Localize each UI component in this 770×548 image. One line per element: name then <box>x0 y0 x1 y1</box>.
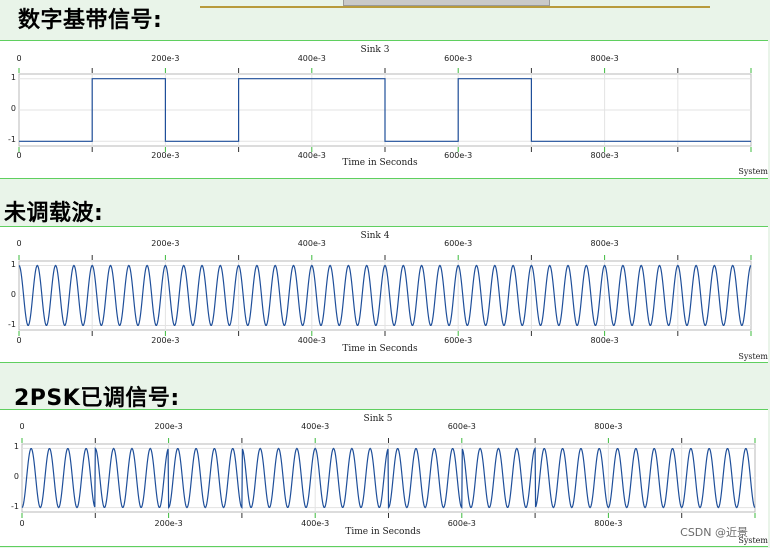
x-tick-label-bottom: 400e-3 <box>297 336 326 345</box>
chart-title: Sink 3 <box>360 45 390 55</box>
chart-panel-sink-5: Sink 5 Time in Seconds System 0 0 200e-3 20… <box>0 409 768 547</box>
x-tick-label-bottom: 600e-3 <box>447 519 476 528</box>
x-tick-label-top: 0 <box>16 239 22 248</box>
x-tick-label-bottom: 800e-3 <box>594 519 623 528</box>
y-tick-label: 1 <box>10 72 16 82</box>
x-tick-label-bottom: 600e-3 <box>444 336 473 345</box>
x-tick-label-bottom: 200e-3 <box>154 519 183 528</box>
heading-2psk-modulated-signal: 2PSK已调信号: <box>14 386 180 411</box>
chart-panel-sink-4: Sink 4 Time in Seconds System 0 0 200e-3 20… <box>0 226 768 363</box>
x-tick-label-top: 0 <box>16 54 22 63</box>
chart-panel-sink-3: Sink 3 Time in Seconds System 0 0 200e-3 20… <box>0 40 768 179</box>
chart-title: Sink 4 <box>360 231 390 241</box>
top-divider-line <box>200 6 710 8</box>
y-tick-label: -1 <box>8 135 16 145</box>
x-axis-title: Time in Seconds <box>342 158 418 168</box>
y-tick-label: 0 <box>10 104 16 113</box>
x-tick-label-bottom: 0 <box>19 519 25 528</box>
x-tick-label-top: 400e-3 <box>297 54 326 63</box>
x-tick-label-bottom: 200e-3 <box>151 151 180 160</box>
x-tick-label-bottom: 200e-3 <box>151 336 180 345</box>
x-tick-label-bottom: 800e-3 <box>590 151 619 160</box>
heading-baseband-signal: 数字基带信号: <box>18 8 163 33</box>
x-tick-label-top: 200e-3 <box>151 239 180 248</box>
x-tick-label-top: 800e-3 <box>594 422 623 431</box>
system-label: System <box>738 352 768 361</box>
x-tick-label-bottom: 600e-3 <box>444 151 473 160</box>
x-tick-label-top: 600e-3 <box>444 239 473 248</box>
top-window-edge <box>343 0 550 6</box>
x-tick-label-top: 600e-3 <box>447 422 476 431</box>
y-tick-label: -1 <box>11 501 19 511</box>
x-tick-label-bottom: 0 <box>16 336 22 345</box>
x-tick-label-bottom: 0 <box>16 151 22 160</box>
y-tick-label: 1 <box>10 259 16 269</box>
x-tick-label-top: 200e-3 <box>154 422 183 431</box>
y-tick-label: 0 <box>10 289 16 299</box>
x-tick-label-bottom: 400e-3 <box>297 151 326 160</box>
system-label: System <box>738 167 768 176</box>
x-tick-label-top: 200e-3 <box>151 54 180 63</box>
heading-unmodulated-carrier: 未调载波: <box>4 201 104 226</box>
x-tick-label-top: 400e-3 <box>301 422 330 431</box>
x-tick-label-top: 800e-3 <box>590 239 619 248</box>
x-tick-label-top: 800e-3 <box>590 54 619 63</box>
x-tick-label-top: 0 <box>19 422 25 431</box>
csdn-watermark: CSDN @近景 <box>680 526 748 539</box>
x-tick-label-bottom: 400e-3 <box>301 519 330 528</box>
x-tick-label-top: 600e-3 <box>444 54 473 63</box>
x-axis-title: Time in Seconds <box>342 344 418 354</box>
x-tick-label-top: 400e-3 <box>297 239 326 248</box>
x-tick-label-bottom: 800e-3 <box>590 336 619 345</box>
y-tick-label: -1 <box>8 319 16 329</box>
y-tick-label: 1 <box>13 442 19 452</box>
y-tick-label: 0 <box>13 472 19 481</box>
x-axis-title: Time in Seconds <box>345 527 421 537</box>
chart-title: Sink 5 <box>363 414 393 424</box>
